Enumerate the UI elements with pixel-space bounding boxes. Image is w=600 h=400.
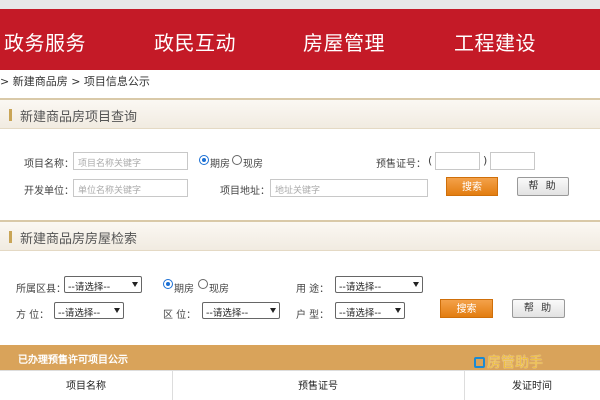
chevron-down-icon bbox=[132, 282, 138, 287]
chevron-down-icon bbox=[413, 282, 419, 287]
area-label: 区 位： bbox=[163, 310, 197, 321]
watermark-text: 房管助手 bbox=[487, 355, 543, 371]
paren-close: ) bbox=[483, 154, 488, 167]
layout-select-value: --请选择-- bbox=[339, 308, 382, 319]
breadcrumb: > 新建商品房 > 项目信息公示 bbox=[0, 75, 150, 88]
address-label: 项目地址： bbox=[220, 186, 270, 197]
project-query-header: 新建商品房项目查询 bbox=[0, 98, 600, 129]
project-name-input[interactable]: 项目名称关键字 bbox=[73, 152, 188, 170]
column-divider bbox=[172, 371, 173, 400]
house-assistant-icon bbox=[474, 357, 485, 368]
district-label: 所属区县： bbox=[16, 284, 66, 295]
paren-open: ( bbox=[428, 154, 433, 167]
column-project-name: 项目名称 bbox=[66, 381, 106, 392]
radio-existing-1[interactable] bbox=[232, 155, 242, 165]
developer-label: 开发单位： bbox=[24, 186, 74, 197]
watermark: 房管助手 bbox=[474, 352, 543, 372]
area-select[interactable]: --请选择-- bbox=[202, 302, 280, 319]
orientation-select[interactable]: --请选择-- bbox=[54, 302, 124, 319]
nav-item-government-service[interactable]: 政务服务 bbox=[4, 27, 86, 56]
radio-presale-label-1: 期房 bbox=[210, 159, 230, 170]
radio-presale-1[interactable] bbox=[199, 155, 209, 165]
project-query-title: 新建商品房项目查询 bbox=[20, 110, 138, 125]
district-select[interactable]: --请选择-- bbox=[64, 276, 142, 293]
nav-item-public-interaction[interactable]: 政民互动 bbox=[154, 27, 236, 56]
top-nav-bar: 政务服务 政民互动 房屋管理 工程建设 bbox=[0, 0, 600, 70]
radio-existing-2[interactable] bbox=[198, 279, 208, 289]
layout-label: 户 型： bbox=[296, 310, 330, 321]
project-help-button[interactable]: 帮 助 bbox=[517, 177, 569, 196]
column-divider bbox=[464, 371, 465, 400]
district-select-value: --请选择-- bbox=[68, 282, 111, 293]
house-search-button[interactable]: 搜索 bbox=[440, 299, 493, 318]
layout-select[interactable]: --请选择-- bbox=[335, 302, 405, 319]
house-search-header: 新建商品房房屋检索 bbox=[0, 220, 600, 251]
developer-input[interactable]: 单位名称关键字 bbox=[73, 179, 188, 197]
radio-presale-2[interactable] bbox=[163, 279, 173, 289]
permit-table-title: 已办理预售许可项目公示 bbox=[18, 355, 128, 366]
column-presale-cert: 预售证号 bbox=[298, 381, 338, 392]
radio-existing-label-1: 现房 bbox=[243, 159, 263, 170]
house-help-button[interactable]: 帮 助 bbox=[512, 299, 565, 318]
presale-cert-label: 预售证号： bbox=[376, 159, 426, 170]
column-issue-date: 发证时间 bbox=[512, 381, 552, 392]
permit-table-columns: 项目名称 预售证号 发证时间 bbox=[0, 370, 600, 400]
orientation-label: 方 位： bbox=[16, 310, 50, 321]
usage-select-value: --请选择-- bbox=[339, 282, 382, 293]
project-search-button[interactable]: 搜索 bbox=[446, 177, 498, 196]
radio-existing-label-2: 现房 bbox=[209, 284, 229, 295]
address-input[interactable]: 地址关键字 bbox=[270, 179, 428, 197]
house-search-title: 新建商品房房屋检索 bbox=[20, 232, 138, 247]
radio-presale-label-2: 期房 bbox=[174, 284, 194, 295]
presale-cert-number-input[interactable] bbox=[490, 152, 535, 170]
chevron-down-icon bbox=[114, 308, 120, 313]
nav-item-housing-management[interactable]: 房屋管理 bbox=[303, 27, 385, 56]
chevron-down-icon bbox=[395, 308, 401, 313]
chevron-down-icon bbox=[270, 308, 276, 313]
project-name-label: 项目名称： bbox=[24, 159, 74, 170]
usage-select[interactable]: --请选择-- bbox=[335, 276, 423, 293]
header-accent bbox=[9, 231, 12, 243]
orientation-select-value: --请选择-- bbox=[58, 308, 101, 319]
nav-item-construction[interactable]: 工程建设 bbox=[454, 27, 536, 56]
header-accent bbox=[9, 109, 12, 121]
presale-cert-year-input[interactable] bbox=[435, 152, 480, 170]
usage-label: 用 途： bbox=[296, 284, 330, 295]
area-select-value: --请选择-- bbox=[206, 308, 249, 319]
